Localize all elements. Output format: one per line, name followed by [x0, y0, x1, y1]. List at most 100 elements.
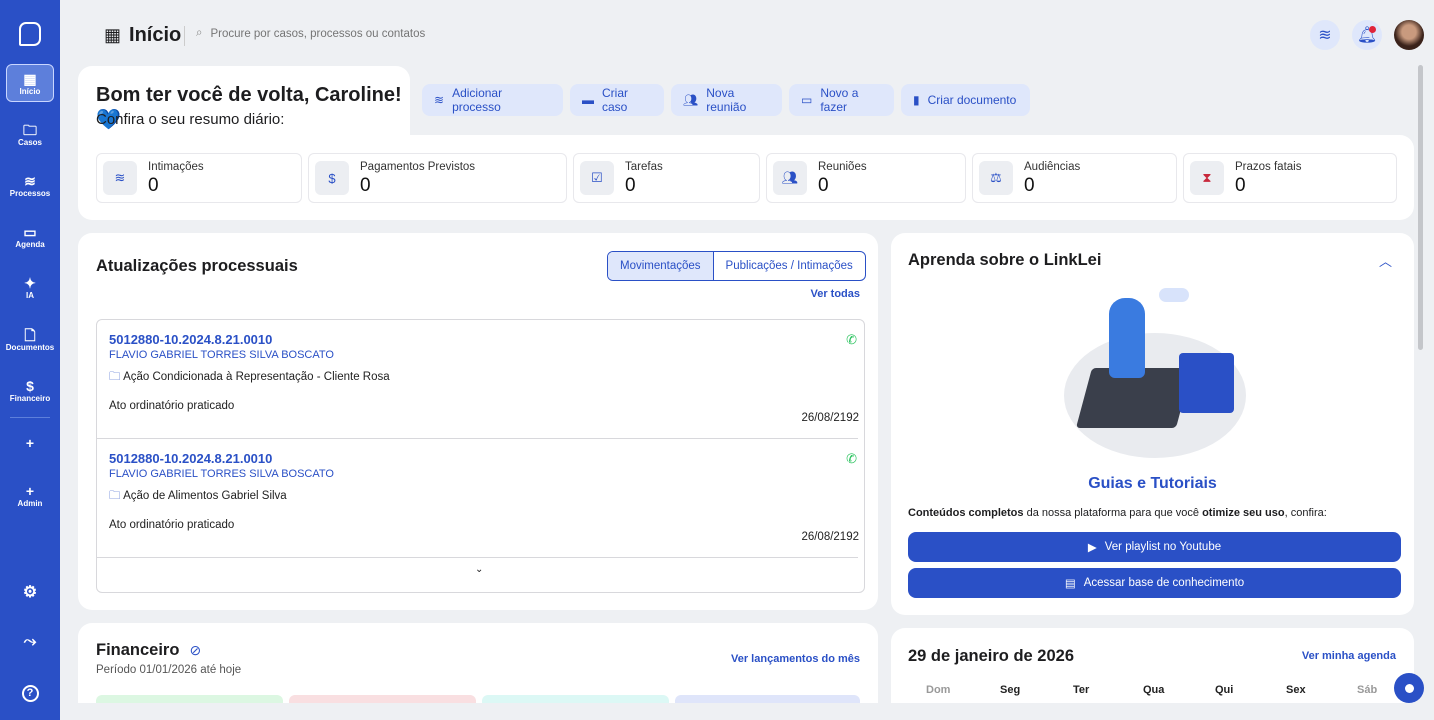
tab-publicacoes[interactable]: Publicações / Intimações — [714, 252, 865, 280]
sidebar-item-documentos[interactable]: 🗋 Documentos — [6, 320, 54, 358]
process-number[interactable]: 5012880-10.2024.8.21.0010 — [109, 451, 859, 466]
new-todo-button[interactable]: ▭ Novo a fazer — [789, 84, 894, 116]
button-label: Ver playlist no Youtube — [1104, 541, 1222, 553]
stat-label: Tarefas — [625, 161, 663, 173]
greeting-subtitle: Confira o seu resumo diário: — [96, 111, 285, 128]
stat-value: 0 — [1235, 175, 1246, 196]
create-case-button[interactable]: ▬ Criar caso — [570, 84, 664, 116]
learn-description: Conteúdos completos da nossa plataforma … — [908, 507, 1327, 519]
client-name: FLAVIO GABRIEL TORRES SILVA BOSCATO — [109, 349, 334, 361]
search-input[interactable] — [210, 27, 511, 40]
plus-icon: + — [25, 435, 35, 451]
sidebar-label: Início — [19, 86, 41, 96]
sidebar-item-casos[interactable]: 🗀 Casos — [6, 115, 54, 153]
tab-movimentacoes[interactable]: Movimentações — [608, 252, 714, 280]
stat-pagamentos[interactable]: $ Pagamentos Previstos 0 — [308, 153, 567, 203]
sidebar-item-add[interactable]: + — [6, 424, 54, 462]
settings-button[interactable]: ⚙ — [6, 573, 54, 611]
stat-value: 0 — [360, 175, 371, 196]
stat-label: Intimações — [148, 161, 204, 173]
divider — [97, 557, 858, 558]
case-row: 🗀 Ação Condicionada à Representação - Cl… — [109, 369, 859, 388]
weekday: Dom — [926, 684, 951, 696]
whatsapp-icon[interactable]: ✆ — [846, 332, 857, 348]
gavel-icon: ⚖ — [979, 161, 1013, 195]
finance-period: Período 01/01/2026 até hoje — [96, 664, 242, 676]
agenda-link[interactable]: Ver minha agenda — [1302, 650, 1396, 662]
dollar-icon: $ — [315, 161, 349, 195]
gears-icon: ⚙ — [22, 584, 38, 601]
weekday: Qui — [1215, 684, 1234, 696]
layers-icon: ≋ — [434, 93, 445, 107]
chat-button[interactable] — [1394, 673, 1424, 703]
button-label: Criar caso — [602, 86, 628, 114]
stat-intimacoes[interactable]: ≋ Intimações 0 — [96, 153, 302, 203]
processes-search-button[interactable]: ≋ — [1310, 20, 1340, 50]
button-label: Nova reunião — [706, 86, 747, 114]
grid-icon: ▦ — [104, 25, 122, 45]
sidebar-item-admin[interactable]: + Admin — [6, 476, 54, 514]
checklist-icon: ☑ — [580, 161, 614, 195]
add-process-button[interactable]: ≋ Adicionar processo — [422, 84, 563, 116]
layers-icon: ≋ — [103, 161, 137, 195]
chevron-down-icon[interactable]: ⌄ — [475, 564, 483, 575]
stat-tarefas[interactable]: ☑ Tarefas 0 — [573, 153, 760, 203]
see-all-link[interactable]: Ver todas — [810, 288, 860, 300]
stat-value: 0 — [1024, 175, 1035, 196]
update-date: 26/08/2192 — [801, 412, 859, 424]
stat-reunioes[interactable]: 👥︎ Reuniões 0 — [766, 153, 966, 203]
sidebar-label: Agenda — [15, 239, 45, 249]
weekday: Sáb — [1357, 684, 1378, 696]
calendar-date: 29 de janeiro de 2026 — [908, 647, 1075, 665]
layers-search-icon: ≋ — [1318, 27, 1332, 44]
stat-value: 0 — [818, 175, 829, 196]
sidebar-item-financeiro[interactable]: $ Financeiro — [6, 371, 54, 409]
update-status: Ato ordinatório praticado — [109, 400, 235, 412]
new-meeting-button[interactable]: 👥︎ Nova reunião — [671, 84, 782, 116]
chevron-up-icon[interactable]: ︿ — [1379, 251, 1392, 270]
sidebar-divider — [10, 417, 50, 418]
finance-title: Financeiro — [96, 641, 180, 659]
stat-label: Audiências — [1024, 161, 1081, 173]
book-icon: ▤ — [1064, 578, 1076, 590]
list-item[interactable]: ✆ 5012880-10.2024.8.21.0010 FLAVIO GABRI… — [109, 451, 859, 561]
weekday: Qua — [1143, 684, 1165, 696]
stat-label: Prazos fatais — [1235, 161, 1302, 173]
desc-bold: Conteúdos completos — [908, 507, 1024, 519]
sidebar-item-agenda[interactable]: ▭ Agenda — [6, 217, 54, 255]
youtube-playlist-button[interactable]: ▶ Ver playlist no Youtube — [908, 532, 1401, 562]
people-icon: 👥︎ — [773, 161, 807, 195]
update-date: 26/08/2192 — [801, 531, 859, 543]
stat-prazos[interactable]: ⧗ Prazos fatais 0 — [1183, 153, 1397, 203]
notification-dot — [1369, 26, 1376, 33]
scrollbar[interactable] — [1418, 65, 1423, 350]
process-number[interactable]: 5012880-10.2024.8.21.0010 — [109, 332, 859, 347]
sidebar-label: Admin — [17, 498, 43, 508]
workflow-button[interactable]: ⤳ — [6, 623, 54, 661]
update-status: Ato ordinatório praticado — [109, 519, 235, 531]
page-bottom — [0, 703, 1434, 720]
sidebar-label: Documentos — [5, 342, 55, 352]
button-label: Adicionar processo — [452, 86, 503, 114]
page-title: Início — [129, 24, 182, 46]
knowledge-base-button[interactable]: ▤ Acessar base de conhecimento — [908, 568, 1401, 598]
finance-link[interactable]: Ver lançamentos do mês — [731, 653, 860, 665]
notifications-button[interactable]: 🔔︎ — [1352, 20, 1382, 50]
client-name: FLAVIO GABRIEL TORRES SILVA BOSCATO — [109, 468, 334, 480]
sidebar-label: Processos — [9, 188, 51, 198]
create-document-button[interactable]: ▮ Criar documento — [901, 84, 1030, 116]
folder-icon: 🗀 — [109, 490, 121, 502]
search-bar[interactable]: ⌕ — [196, 27, 511, 40]
sidebar-item-processos[interactable]: ≋ Processos — [6, 166, 54, 204]
sidebar-item-ia[interactable]: ✦ IA — [6, 268, 54, 306]
calendar-icon: ▭ — [801, 93, 813, 107]
whatsapp-icon[interactable]: ✆ — [846, 451, 857, 467]
list-item[interactable]: ✆ 5012880-10.2024.8.21.0010 FLAVIO GABRI… — [109, 332, 859, 442]
eye-off-icon[interactable]: ⊘ — [189, 642, 201, 659]
sidebar-item-inicio[interactable]: ▦ Início — [6, 64, 54, 102]
hourglass-icon: ⧗ — [1190, 161, 1224, 195]
stat-audiencias[interactable]: ⚖ Audiências 0 — [972, 153, 1177, 203]
folder-icon: 🗀 — [23, 121, 37, 138]
avatar[interactable] — [1394, 20, 1424, 50]
linklei-logo[interactable] — [19, 22, 41, 46]
